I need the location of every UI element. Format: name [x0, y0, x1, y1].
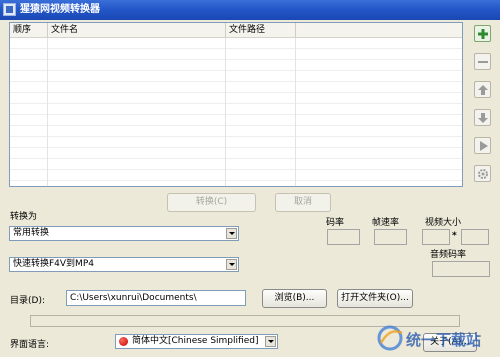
- watermark-text: 统一下载站: [406, 331, 482, 349]
- title-bar: 猩猿网视频转换器: [0, 0, 500, 20]
- language-select[interactable]: 简体中文[Chinese Simplified]: [115, 334, 278, 349]
- column-divider: [47, 38, 48, 186]
- remove-button[interactable]: [474, 53, 491, 70]
- directory-label: 目录(D):: [10, 296, 45, 306]
- browse-button[interactable]: 浏览(B)...: [262, 289, 327, 308]
- convert-to-label: 转换为: [10, 212, 38, 222]
- minus-icon: [478, 61, 488, 63]
- language-value: 简体中文[Chinese Simplified]: [132, 336, 259, 346]
- column-divider: [295, 38, 296, 186]
- bitrate-label: 码率: [326, 218, 345, 228]
- add-button[interactable]: [474, 25, 491, 42]
- play-button[interactable]: [474, 137, 491, 154]
- move-up-button[interactable]: [474, 81, 491, 98]
- video-height-field[interactable]: [461, 229, 489, 245]
- flag-icon: [119, 337, 128, 346]
- file-list[interactable]: 顺序 文件名 文件路径: [9, 22, 463, 187]
- settings-button[interactable]: [474, 165, 491, 182]
- file-list-header: 顺序 文件名 文件路径: [10, 23, 462, 38]
- gear-icon: [478, 169, 488, 179]
- cancel-button[interactable]: 取消: [275, 193, 331, 212]
- convert-button[interactable]: 转换(C): [167, 193, 256, 212]
- open-folder-button[interactable]: 打开文件夹(O)...: [337, 289, 413, 308]
- app-icon: [3, 3, 16, 16]
- chevron-down-icon[interactable]: [226, 259, 237, 270]
- directory-field[interactable]: C:\Users\xunrui\Documents\: [66, 290, 246, 306]
- video-width-field[interactable]: [422, 229, 450, 245]
- plus-icon: [478, 29, 488, 39]
- audio-bitrate-field[interactable]: [432, 261, 490, 277]
- framerate-label: 帧速率: [372, 218, 400, 228]
- arrow-down-icon: [478, 113, 488, 123]
- watermark: 统一下载站: [376, 323, 496, 353]
- column-header-order[interactable]: 顺序: [10, 23, 48, 37]
- conversion-preset-select[interactable]: 快速转换F4V到MP4: [9, 257, 239, 272]
- file-list-rows: [10, 38, 462, 186]
- size-separator: *: [452, 231, 457, 241]
- audio-bitrate-label: 音频码率: [430, 250, 467, 260]
- chevron-down-icon[interactable]: [226, 228, 237, 239]
- conversion-category-value: 常用转换: [13, 228, 50, 238]
- arrow-up-icon: [478, 85, 488, 95]
- bitrate-field[interactable]: [327, 229, 360, 245]
- move-down-button[interactable]: [474, 109, 491, 126]
- window-title: 猩猿网视频转换器: [20, 4, 100, 15]
- column-header-filepath[interactable]: 文件路径: [226, 23, 296, 37]
- conversion-preset-value: 快速转换F4V到MP4: [13, 259, 94, 269]
- column-divider: [225, 38, 226, 186]
- framerate-field[interactable]: [374, 229, 407, 245]
- language-label: 界面语言:: [10, 340, 50, 350]
- column-header-filename[interactable]: 文件名: [48, 23, 226, 37]
- conversion-category-select[interactable]: 常用转换: [9, 226, 239, 241]
- video-size-label: 视频大小: [425, 218, 462, 228]
- play-icon: [480, 141, 488, 151]
- chevron-down-icon[interactable]: [265, 336, 276, 347]
